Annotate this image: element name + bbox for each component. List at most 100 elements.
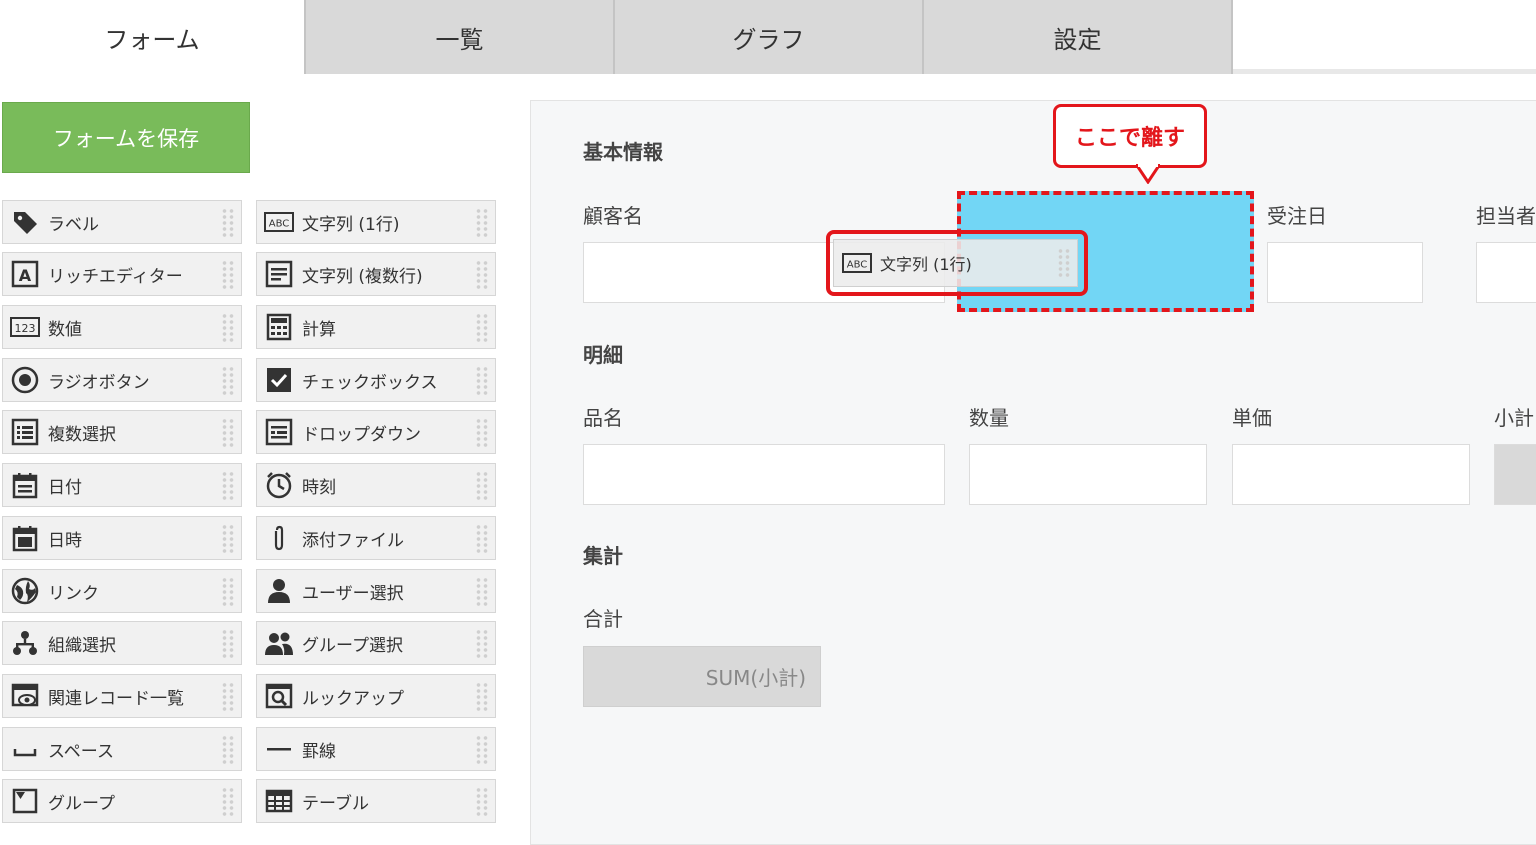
palette-item-group[interactable]: グループ	[2, 779, 242, 823]
drag-handle-icon[interactable]	[475, 524, 489, 554]
tab-bar-line	[1233, 69, 1536, 74]
palette-item-multi-select[interactable]: 複数選択	[2, 410, 242, 454]
users-icon	[264, 628, 294, 658]
number-icon: 123	[10, 312, 40, 342]
drag-handle-icon[interactable]	[221, 682, 235, 712]
item-input[interactable]	[583, 444, 945, 505]
space-icon	[10, 734, 40, 764]
save-form-button[interactable]: フォームを保存	[2, 102, 250, 173]
palette-item-label-text: ラベル	[48, 214, 99, 235]
palette-item-table[interactable]: テーブル	[256, 779, 496, 823]
tab-settings[interactable]: 設定	[924, 0, 1233, 74]
svg-text:ABC: ABC	[269, 219, 290, 230]
callout-tail	[1136, 164, 1160, 184]
table-icon	[264, 786, 294, 816]
paperclip-icon	[264, 523, 294, 553]
drag-handle-icon[interactable]	[475, 577, 489, 607]
drag-handle-icon[interactable]	[475, 735, 489, 765]
palette-item-related-records[interactable]: 関連レコード一覧	[2, 674, 242, 718]
palette-item-label-text: 計算	[302, 319, 336, 340]
related-records-icon	[10, 681, 40, 711]
palette-item-label-text: 文字列 (1行)	[302, 214, 400, 235]
user-icon	[264, 576, 294, 606]
palette-item-org[interactable]: 組織選択	[2, 621, 242, 665]
palette-item-calculation[interactable]: 計算	[256, 305, 496, 349]
drag-handle-icon[interactable]	[475, 471, 489, 501]
drag-handle-icon[interactable]	[221, 629, 235, 659]
drag-handle-icon[interactable]	[475, 313, 489, 343]
drop-here-callout: ここで離す	[1053, 104, 1207, 168]
person-input[interactable]	[1476, 242, 1536, 303]
total-calc-field[interactable]: SUM(小計)	[583, 646, 821, 707]
palette-item-radio[interactable]: ラジオボタン	[2, 358, 242, 402]
qty-input[interactable]	[969, 444, 1207, 505]
palette-item-label-text: 日付	[48, 477, 82, 498]
drag-handle-icon[interactable]	[475, 260, 489, 290]
palette-item-label-text: 複数選択	[48, 424, 116, 445]
drag-handle-icon[interactable]	[221, 787, 235, 817]
palette-item-label-text: グループ	[48, 793, 115, 814]
tab-graph[interactable]: グラフ	[615, 0, 924, 74]
palette-item-label-text: ルックアップ	[302, 688, 404, 709]
palette-item-label-text: 罫線	[302, 741, 336, 762]
drag-handle-icon[interactable]	[221, 577, 235, 607]
palette-item-lookup[interactable]: ルックアップ	[256, 674, 496, 718]
date-icon	[10, 470, 40, 500]
abc-icon: ABC	[264, 207, 294, 237]
datetime-icon	[10, 523, 40, 553]
drag-handle-icon[interactable]	[475, 208, 489, 238]
palette-item-label-text: ドロップダウン	[302, 424, 421, 445]
dropdown-icon	[264, 417, 294, 447]
calculator-icon	[264, 312, 294, 342]
section-basic-info: 基本情報	[583, 140, 663, 164]
tab-form[interactable]: フォーム	[0, 0, 306, 74]
palette-item-attachment[interactable]: 添付ファイル	[256, 516, 496, 560]
palette-item-multi-line-text[interactable]: 文字列 (複数行)	[256, 252, 496, 296]
drag-handle-icon[interactable]	[221, 471, 235, 501]
tab-list[interactable]: 一覧	[306, 0, 615, 74]
multi-select-icon	[10, 417, 40, 447]
palette-item-label-text: テーブル	[302, 793, 369, 814]
drag-handle-icon[interactable]	[221, 208, 235, 238]
palette-item-space[interactable]: スペース	[2, 727, 242, 771]
price-input[interactable]	[1232, 444, 1470, 505]
drag-handle-icon[interactable]	[221, 418, 235, 448]
drag-handle-icon[interactable]	[475, 682, 489, 712]
drag-handle-icon[interactable]	[475, 787, 489, 817]
drag-handle-icon[interactable]	[221, 735, 235, 765]
palette-item-group-select[interactable]: グループ選択	[256, 621, 496, 665]
callout-text: ここで離す	[1074, 126, 1185, 151]
palette-item-user-select[interactable]: ユーザー選択	[256, 569, 496, 613]
field-label-qty: 数量	[969, 406, 1009, 430]
palette-item-label-text: スペース	[48, 741, 114, 762]
drag-handle-icon[interactable]	[221, 524, 235, 554]
palette-item-dropdown[interactable]: ドロップダウン	[256, 410, 496, 454]
field-label-subtotal: 小計	[1494, 406, 1534, 430]
clock-icon	[264, 470, 294, 500]
drag-handle-icon[interactable]	[475, 366, 489, 396]
section-detail: 明細	[583, 343, 623, 367]
drag-handle-icon[interactable]	[221, 313, 235, 343]
palette-item-label-text: 文字列 (複数行)	[302, 266, 423, 287]
drag-handle-icon[interactable]	[221, 366, 235, 396]
order-date-input[interactable]	[1267, 242, 1423, 303]
drag-handle-icon[interactable]	[475, 629, 489, 659]
palette-item-label-text: ラジオボタン	[48, 372, 150, 393]
palette-item-number[interactable]: 123 数値	[2, 305, 242, 349]
palette-item-rich-editor[interactable]: A リッチエディター	[2, 252, 242, 296]
lookup-icon	[264, 681, 294, 711]
subtotal-calc-field[interactable]	[1494, 444, 1536, 505]
palette-item-line[interactable]: 罫線	[256, 727, 496, 771]
drag-handle-icon[interactable]	[221, 260, 235, 290]
palette-item-date[interactable]: 日付	[2, 463, 242, 507]
palette-item-link[interactable]: リンク	[2, 569, 242, 613]
drag-handle-icon[interactable]	[475, 418, 489, 448]
palette-item-single-line-text[interactable]: ABC 文字列 (1行)	[256, 200, 496, 244]
palette-item-checkbox[interactable]: チェックボックス	[256, 358, 496, 402]
palette-item-datetime[interactable]: 日時	[2, 516, 242, 560]
multiline-icon	[264, 259, 294, 289]
palette-item-time[interactable]: 時刻	[256, 463, 496, 507]
palette-item-label-text: 関連レコード一覧	[48, 688, 184, 709]
palette-item-label-text: 数値	[48, 319, 82, 340]
palette-item-label[interactable]: ラベル	[2, 200, 242, 244]
